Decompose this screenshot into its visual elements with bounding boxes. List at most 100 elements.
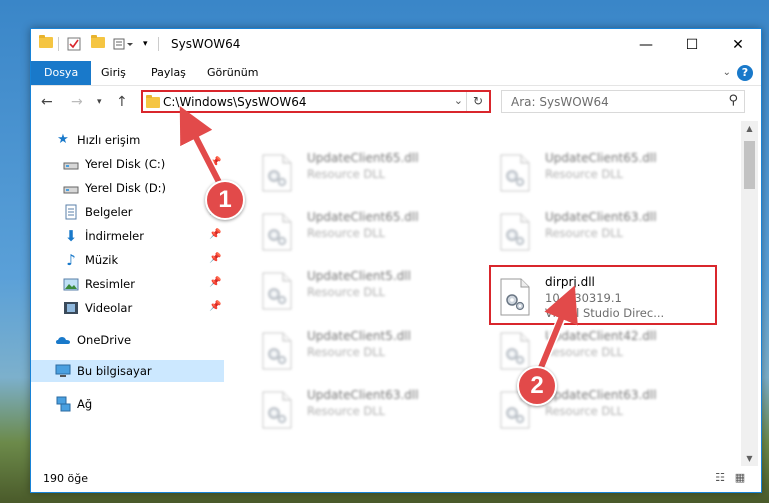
- sidebar-item-label: Videolar: [85, 301, 133, 315]
- file-detail: Resource DLL: [307, 404, 386, 418]
- file-detail: Resource DLL: [307, 226, 386, 240]
- file-item[interactable]: UpdateClient63.dll Resource DLL: [251, 386, 481, 444]
- sidebar-item-label: Yerel Disk (C:): [85, 157, 166, 171]
- search-icon: ⚲: [728, 93, 738, 108]
- star-icon: ★: [57, 132, 69, 147]
- sidebar-item-label: Bu bilgisayar: [77, 364, 152, 378]
- dll-file-icon: [499, 332, 531, 370]
- pin-icon[interactable]: 📌: [209, 301, 221, 312]
- dll-file-icon: [261, 391, 293, 429]
- dll-file-icon: [261, 272, 293, 310]
- file-detail: Resource DLL: [545, 345, 624, 359]
- large-icons-view-icon[interactable]: ▦: [733, 472, 747, 484]
- up-arrow-icon[interactable]: ↑: [116, 94, 128, 110]
- scroll-thumb[interactable]: [744, 141, 755, 189]
- sidebar-item-quick-access[interactable]: ★ Hızlı erişim: [31, 129, 224, 151]
- pin-icon[interactable]: 📌: [209, 157, 221, 168]
- window-title: SysWOW64: [171, 37, 241, 51]
- file-item[interactable]: UpdateClient65.dll Resource DLL: [251, 149, 481, 207]
- search-placeholder: Ara: SysWOW64: [511, 95, 609, 109]
- file-detail: Resource DLL: [307, 167, 386, 181]
- sidebar-item-network[interactable]: Ağ: [31, 393, 224, 415]
- sidebar-item-local-disk-c[interactable]: Yerel Disk (C:) 📌: [31, 153, 224, 175]
- maximize-button[interactable]: ☐: [669, 29, 715, 61]
- file-name: UpdateClient5.dll: [307, 329, 411, 343]
- sidebar-item-pictures[interactable]: Resimler 📌: [31, 273, 224, 295]
- cloud-icon: [55, 332, 71, 348]
- sidebar-item-this-pc[interactable]: Bu bilgisayar: [31, 360, 224, 382]
- file-detail: Resource DLL: [545, 167, 624, 181]
- sidebar-item-music[interactable]: ♪ Müzik 📌: [31, 249, 224, 271]
- customize-quick-access-icon[interactable]: [113, 37, 135, 51]
- back-arrow-icon[interactable]: ←: [41, 94, 53, 110]
- folder-icon: [146, 95, 160, 108]
- scroll-down-icon[interactable]: ▼: [741, 451, 758, 466]
- sidebar-item-videos[interactable]: Videolar 📌: [31, 297, 224, 319]
- close-button[interactable]: ✕: [715, 29, 761, 61]
- pin-icon[interactable]: 📌: [209, 229, 221, 240]
- file-item[interactable]: UpdateClient5.dll Resource DLL: [251, 267, 481, 325]
- properties-icon[interactable]: [67, 37, 81, 51]
- file-name: UpdateClient65.dll: [307, 210, 419, 224]
- file-name: UpdateClient65.dll: [545, 151, 657, 165]
- pin-icon[interactable]: 📌: [209, 253, 221, 264]
- folder-icon: [39, 35, 53, 51]
- sidebar-item-label: Resimler: [85, 277, 135, 291]
- file-list: UpdateClient65.dll Resource DLL UpdateClie…: [241, 121, 741, 466]
- tab-file[interactable]: Dosya: [31, 61, 92, 85]
- file-name: UpdateClient63.dll: [545, 210, 657, 224]
- file-detail: Resource DLL: [545, 404, 624, 418]
- new-folder-icon[interactable]: [91, 35, 105, 51]
- details-view-icon[interactable]: ☷: [713, 472, 727, 484]
- file-name: UpdateClient65.dll: [307, 151, 419, 165]
- file-item[interactable]: UpdateClient65.dll Resource DLL: [489, 149, 719, 207]
- sidebar-item-local-disk-d[interactable]: Yerel Disk (D:): [31, 177, 224, 199]
- callout-badge-2: 2: [517, 366, 557, 406]
- pictures-icon: [63, 276, 79, 292]
- file-name: UpdateClient5.dll: [307, 269, 411, 283]
- separator: [158, 37, 159, 51]
- recent-locations-icon[interactable]: ▾: [97, 97, 102, 107]
- sidebar-item-label: Müzik: [85, 253, 119, 267]
- title-bar: ▾ SysWOW64 — ☐ ✕: [31, 29, 761, 61]
- address-path: C:\Windows\SysWOW64: [163, 95, 307, 109]
- tab-share[interactable]: Paylaş: [141, 61, 196, 85]
- chevron-down-icon[interactable]: ⌄: [454, 94, 463, 107]
- ribbon: Dosya Giriş Paylaş Görünüm ⌄ ?: [31, 61, 761, 86]
- separator: [58, 37, 59, 51]
- file-item[interactable]: UpdateClient63.dll Resource DLL: [489, 208, 719, 266]
- file-name: UpdateClient63.dll: [545, 388, 657, 402]
- forward-arrow-icon[interactable]: →: [71, 94, 83, 110]
- refresh-icon[interactable]: ↻: [466, 92, 489, 111]
- sidebar-item-downloads[interactable]: ⬇ İndirmeler 📌: [31, 225, 224, 247]
- item-count: 190 öğe: [43, 472, 88, 485]
- vertical-scrollbar[interactable]: ▲ ▼: [741, 121, 758, 466]
- sidebar-item-onedrive[interactable]: OneDrive: [31, 329, 224, 351]
- address-bar[interactable]: C:\Windows\SysWOW64 ⌄ ↻: [141, 90, 491, 113]
- tab-view[interactable]: Görünüm: [197, 61, 268, 85]
- search-input[interactable]: Ara: SysWOW64 ⚲: [501, 90, 745, 113]
- scroll-up-icon[interactable]: ▲: [741, 121, 758, 136]
- minimize-button[interactable]: —: [623, 29, 669, 61]
- video-icon: [63, 300, 79, 316]
- file-detail: Resource DLL: [307, 345, 386, 359]
- sidebar-item-label: Hızlı erişim: [77, 133, 141, 147]
- file-name: UpdateClient42.dll: [545, 329, 657, 343]
- status-bar: 190 öğe ☷ ▦: [31, 466, 761, 492]
- tab-home[interactable]: Giriş: [91, 61, 136, 85]
- help-icon[interactable]: ?: [737, 65, 753, 81]
- chevron-down-icon[interactable]: ▾: [143, 37, 153, 51]
- file-item[interactable]: UpdateClient65.dll Resource DLL: [251, 208, 481, 266]
- documents-icon: [63, 204, 79, 220]
- music-icon: ♪: [66, 251, 76, 269]
- file-name: UpdateClient63.dll: [307, 388, 419, 402]
- pin-icon[interactable]: 📌: [209, 277, 221, 288]
- dll-file-icon: [261, 213, 293, 251]
- computer-icon: [55, 363, 71, 379]
- expand-ribbon-icon[interactable]: ⌄: [723, 67, 731, 78]
- sidebar-item-documents[interactable]: Belgeler 📌: [31, 201, 224, 223]
- drive-icon: [63, 156, 79, 172]
- file-item[interactable]: UpdateClient5.dll Resource DLL: [251, 327, 481, 385]
- download-icon: ⬇: [64, 227, 78, 245]
- network-icon: [55, 396, 71, 412]
